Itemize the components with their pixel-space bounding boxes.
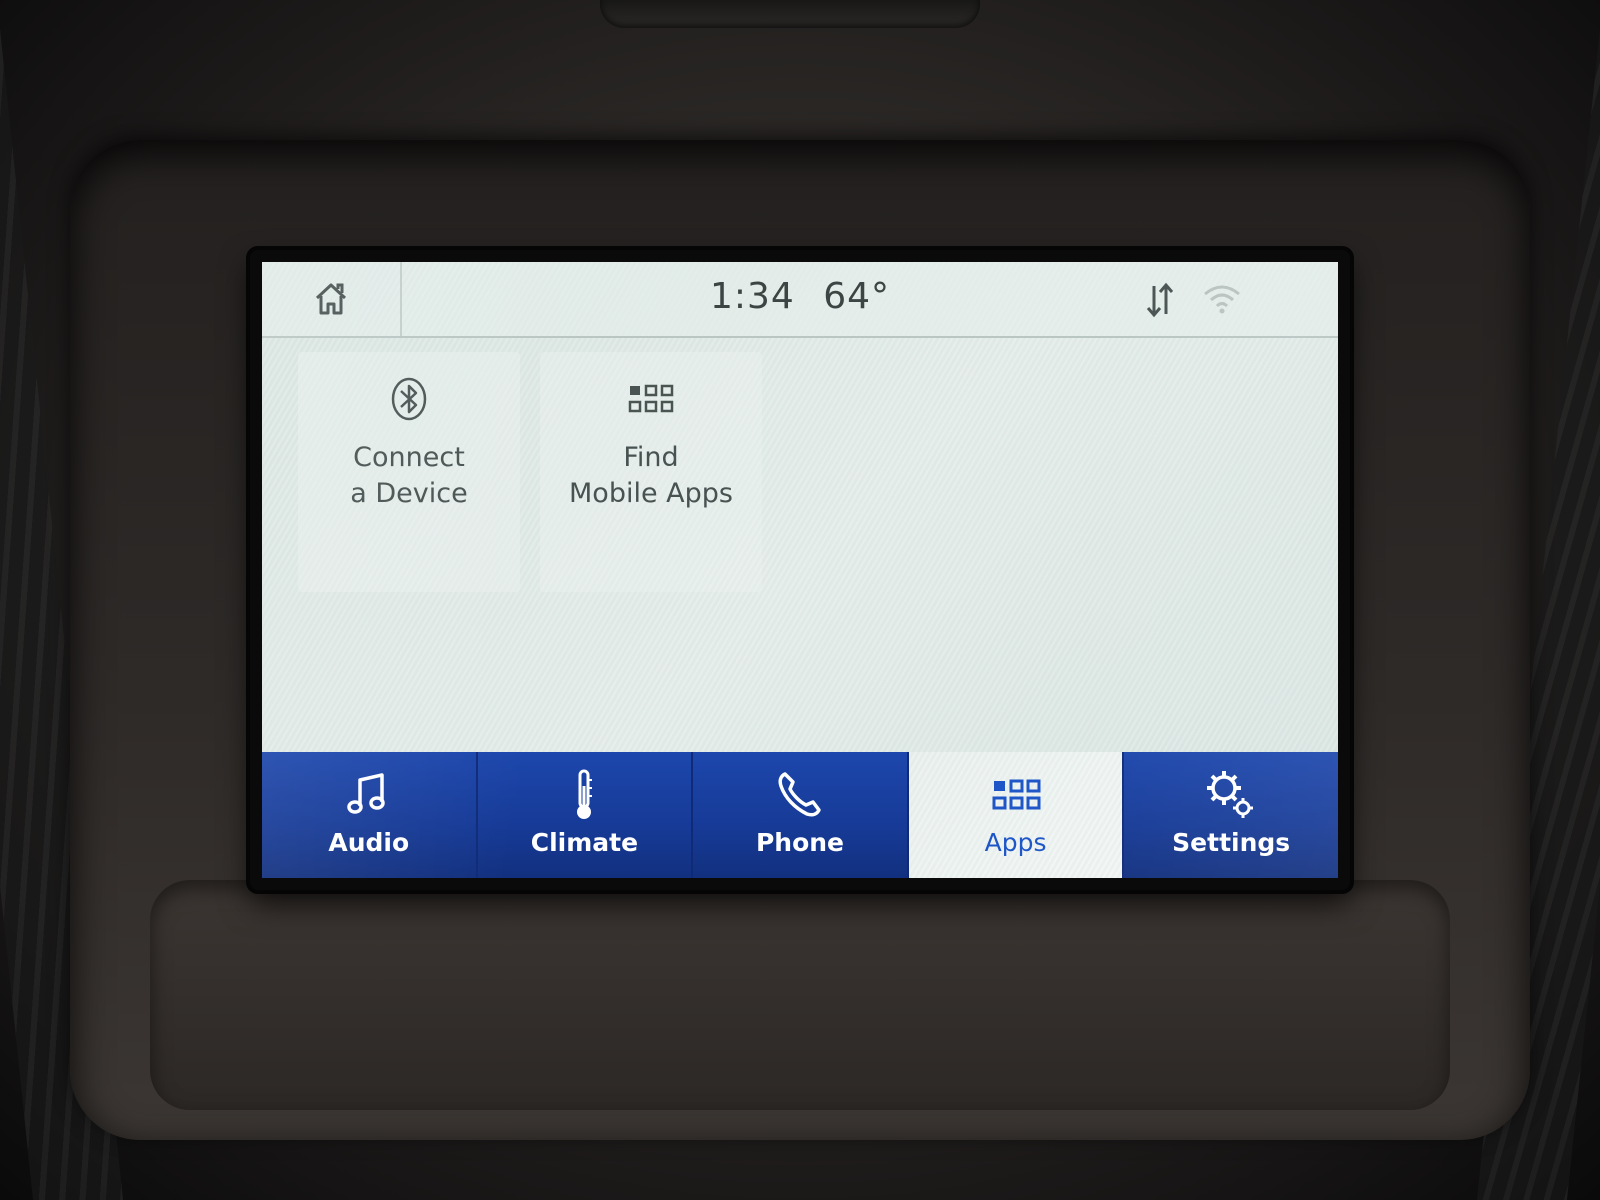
touchscreen: 1:34 64° Connect a Device Find Mobile Ap… [262, 262, 1338, 878]
connect-device-tile[interactable]: Connect a Device [298, 352, 520, 592]
screen-frame: 1:34 64° Connect a Device Find Mobile Ap… [250, 250, 1350, 890]
nav-apps-label: Apps [984, 828, 1047, 857]
bezel-lower-trim [150, 880, 1450, 1110]
music-note-icon [347, 773, 385, 814]
nav-climate[interactable]: Climate [477, 752, 694, 878]
nav-audio[interactable]: Audio [262, 752, 478, 878]
nav-apps[interactable]: Apps [908, 752, 1125, 878]
apps-grid-icon [628, 384, 674, 413]
dashboard: 1:34 64° Connect a Device Find Mobile Ap… [0, 0, 1600, 1200]
nav-settings-label: Settings [1172, 828, 1291, 857]
nav-settings[interactable]: Settings [1124, 752, 1338, 878]
nav-climate-label: Climate [530, 828, 639, 857]
connect-device-line1: Connect [353, 442, 465, 473]
nav-phone[interactable]: Phone [693, 752, 909, 878]
wifi-icon [1204, 285, 1240, 314]
bluetooth-icon [391, 377, 427, 421]
phone-icon [778, 772, 821, 817]
connect-device-label: Connect a Device [298, 440, 520, 512]
apps-grid-icon [992, 779, 1041, 810]
nav-audio-label: Audio [328, 828, 410, 857]
find-mobile-apps-line1: Find [623, 442, 679, 473]
status-bar: 1:34 64° [262, 262, 1338, 338]
bottom-nav-bar: Audio Climate Phone Apps Settings [262, 752, 1338, 878]
home-button[interactable] [262, 262, 402, 336]
find-mobile-apps-tile[interactable]: Find Mobile Apps [540, 352, 762, 592]
find-mobile-apps-label: Find Mobile Apps [540, 440, 762, 512]
dash-notch [600, 0, 980, 28]
thermometer-icon [577, 769, 593, 819]
nav-phone-label: Phone [755, 828, 845, 857]
home-icon [315, 283, 347, 315]
clock-temperature: 1:34 64° [662, 276, 938, 322]
gears-icon [1207, 771, 1254, 818]
outside-temperature: 64° [823, 276, 891, 317]
clock-time: 1:34 [709, 276, 795, 317]
sync-arrows-icon [1146, 282, 1174, 318]
connect-device-line2: a Device [350, 478, 468, 509]
find-mobile-apps-line2: Mobile Apps [569, 478, 733, 509]
